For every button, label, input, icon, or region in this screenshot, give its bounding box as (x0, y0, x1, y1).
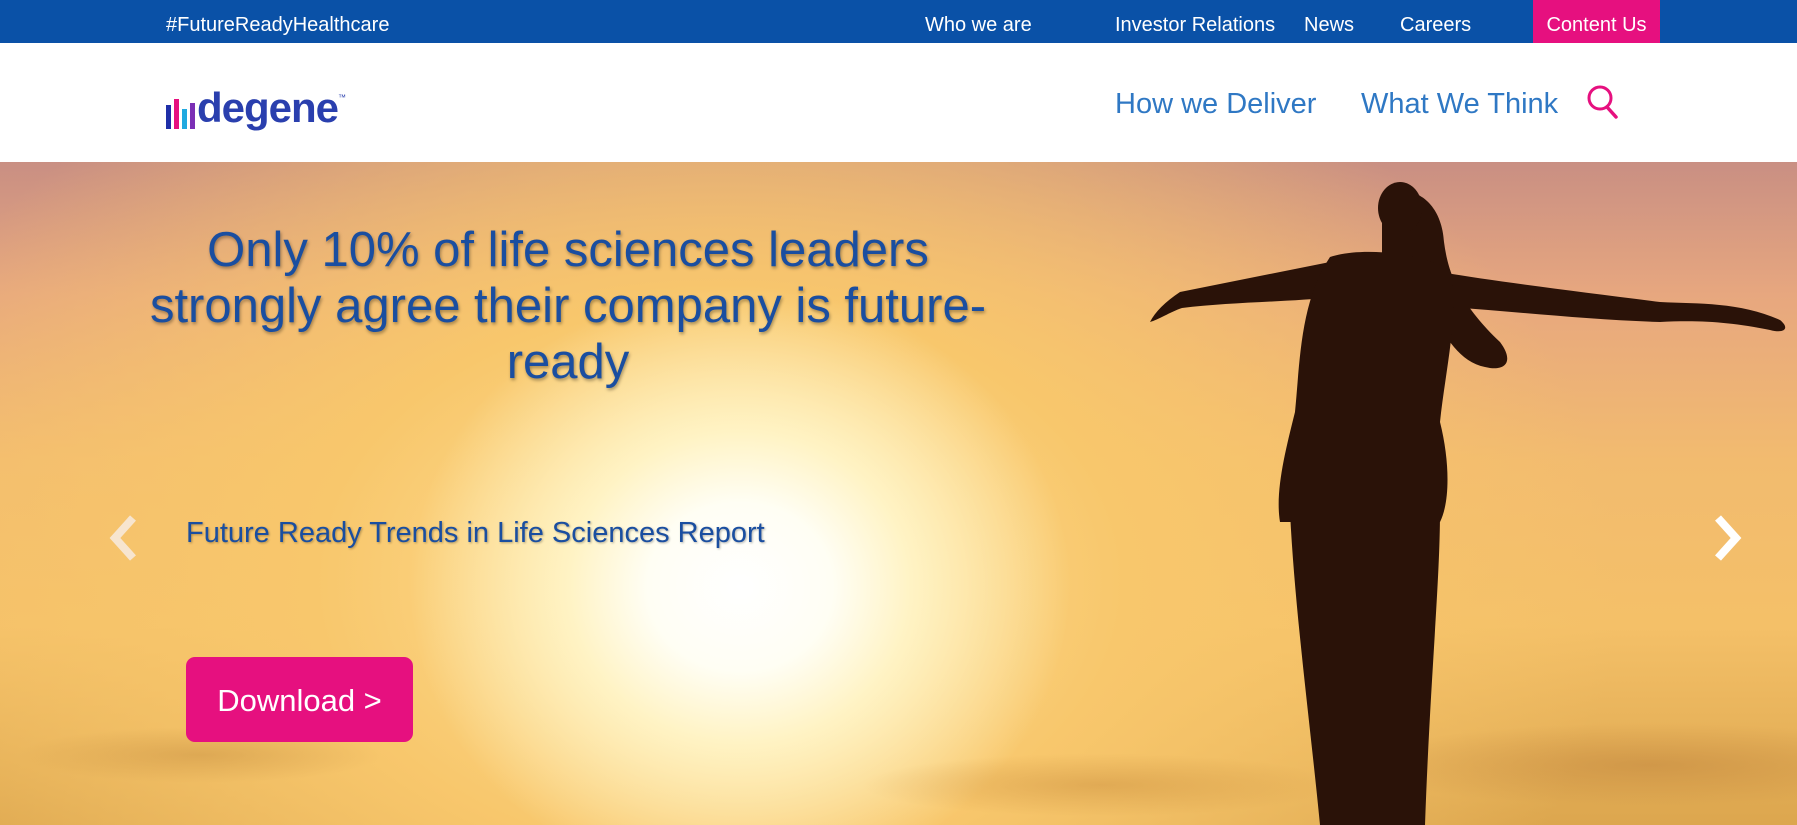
logo-bar (166, 105, 171, 129)
carousel-prev-button[interactable] (105, 512, 141, 564)
download-button[interactable]: Download > (186, 657, 413, 742)
logo-trademark: ™ (338, 93, 347, 102)
carousel-next-button[interactable] (1710, 512, 1746, 564)
nav-what-we-think[interactable]: What We Think (1361, 88, 1558, 121)
hero-headline: Only 10% of life sciences leaders strong… (149, 223, 987, 389)
search-icon (1587, 85, 1618, 119)
indegene-logo[interactable]: degene ™ (166, 83, 346, 129)
hero-carousel: Only 10% of life sciences leaders strong… (0, 162, 1797, 825)
logo-wordmark: degene (197, 84, 339, 131)
contact-us-button[interactable]: Content Us (1533, 0, 1660, 43)
chevron-right-icon (1715, 515, 1742, 561)
main-header: degene ™ How we Deliver What We Think (0, 43, 1797, 162)
logo-bar (182, 109, 187, 129)
search-button[interactable] (1586, 83, 1620, 121)
top-utility-bar: #FutureReadyHealthcare Who we are Invest… (0, 0, 1797, 43)
hero-subheading: Future Ready Trends in Life Sciences Rep… (186, 517, 765, 549)
logo-bar (190, 103, 195, 129)
nav-how-we-deliver[interactable]: How we Deliver (1115, 88, 1316, 121)
chevron-left-icon (109, 515, 136, 561)
logo-bars-icon (166, 97, 195, 129)
logo-bar (174, 99, 179, 129)
